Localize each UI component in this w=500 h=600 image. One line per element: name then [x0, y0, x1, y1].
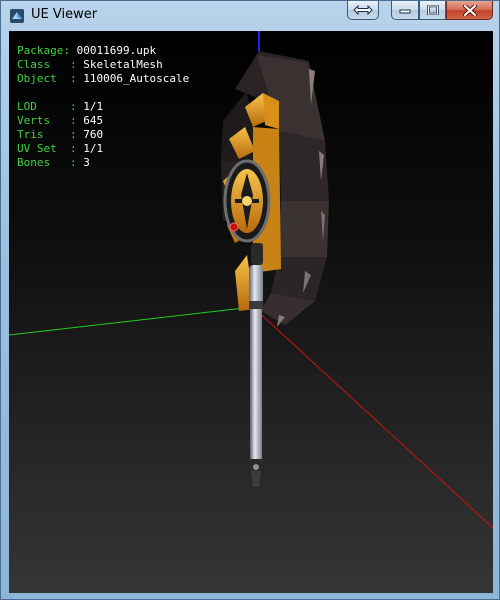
minimize-icon	[399, 9, 411, 14]
red-gem	[229, 222, 239, 232]
bones-value: 3	[83, 156, 90, 169]
axis-y-line	[9, 306, 254, 336]
window-title: UE Viewer	[31, 7, 98, 22]
double-arrow-icon	[353, 5, 373, 15]
info-key: Class :	[17, 58, 84, 71]
lod-value: 1/1	[83, 100, 104, 113]
info-key: LOD :	[17, 100, 84, 113]
app-window: UE Viewer Package: 00011699.upk Class: …	[0, 0, 500, 600]
verts-value: 645	[83, 114, 104, 127]
info-key: UV Set :	[17, 142, 84, 155]
staff-shaft	[248, 243, 264, 487]
package-value: 00011699.upk	[76, 44, 157, 57]
close-icon	[462, 4, 477, 16]
title-bar[interactable]: UE Viewer	[1, 1, 499, 31]
info-row-object: Object : 110006_Autoscale	[17, 72, 189, 86]
axis-x-line	[252, 306, 493, 529]
info-key: Object :	[17, 72, 84, 85]
tris-value: 760	[83, 128, 104, 141]
minimize-button[interactable]	[391, 1, 419, 20]
info-key: Bones :	[17, 156, 84, 169]
app-icon	[10, 9, 24, 23]
info-key: Verts :	[17, 114, 84, 127]
object-value: 110006_Autoscale	[83, 72, 190, 85]
info-key: Package:	[17, 44, 77, 57]
info-key: Tris :	[17, 128, 84, 141]
info-row-class: Class : SkeletalMesh	[17, 58, 189, 72]
info-row-lod: LOD : 1/1	[17, 100, 189, 114]
info-row-tris: Tris : 760	[17, 128, 189, 142]
toggle-size-button[interactable]	[347, 1, 379, 20]
close-button[interactable]	[446, 1, 493, 20]
info-row-uvset: UV Set : 1/1	[17, 142, 189, 156]
maximize-icon	[426, 5, 439, 15]
maximize-button[interactable]	[419, 1, 446, 20]
info-row-package: Package: 00011699.upk	[17, 44, 189, 58]
mesh-info-overlay: Package: 00011699.upk Class : SkeletalMe…	[17, 44, 189, 170]
info-row-verts: Verts : 645	[17, 114, 189, 128]
class-value: SkeletalMesh	[83, 58, 163, 71]
3d-viewport[interactable]: Package: 00011699.upk Class : SkeletalMe…	[9, 31, 493, 593]
info-row-bones: Bones : 3	[17, 156, 189, 170]
uvset-value: 1/1	[83, 142, 104, 155]
